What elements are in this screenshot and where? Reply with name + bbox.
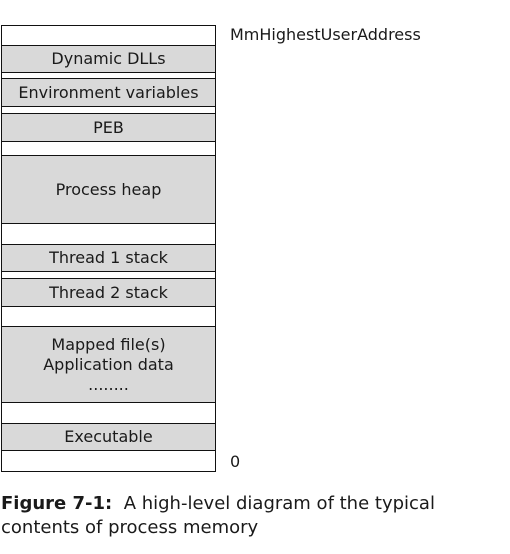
segment-empty [1,223,216,245]
segment-empty [1,25,216,46]
bottom-address-label: 0 [230,452,241,471]
top-address-label: MmHighestUserAddress [230,25,421,44]
segment-environment-variables: Environment variables [1,78,216,107]
caption-label: Figure 7-1: [1,493,113,514]
segment-empty [1,141,216,156]
caption-text-line2: contents of process memory [1,517,259,538]
segment-label: Thread 2 stack [49,282,168,302]
segment-thread-2-stack: Thread 2 stack [1,278,216,307]
caption-text: A high-level diagram of the typical [123,493,435,514]
segment-dynamic-dlls: Dynamic DLLs [1,45,216,73]
segment-label: Thread 1 stack [49,248,168,267]
segment-label: Executable [64,427,153,446]
segment-label: Dynamic DLLs [51,49,166,68]
segment-empty [1,450,216,472]
segment-label: ........ [88,374,129,394]
segment-thread-1-stack: Thread 1 stack [1,244,216,272]
segment-label: Environment variables [18,82,199,102]
segment-label: Mapped file(s) [51,334,166,354]
segment-empty [1,402,216,424]
figure-caption: Figure 7-1: A high-level diagram of the … [1,492,435,540]
segment-empty [1,306,216,327]
segment-label: PEB [93,117,124,137]
segment-process-heap: Process heap [1,155,216,224]
segment-peb: PEB [1,113,216,142]
segment-label: Application data [43,354,174,374]
segment-label: Process heap [55,179,162,199]
segment-executable: Executable [1,423,216,451]
segment-mapped-files: Mapped file(s) Application data ........ [1,326,216,403]
